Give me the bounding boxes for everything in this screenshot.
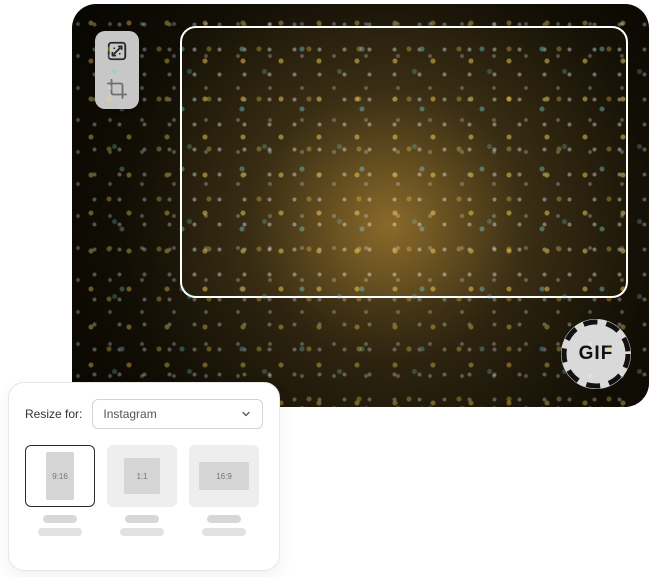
placeholder-line (207, 515, 241, 523)
aspect-ratio-label: 16:9 (216, 472, 232, 481)
placeholder-line (38, 528, 82, 536)
aspect-ratio-option[interactable]: 1:1 (107, 445, 177, 536)
aspect-ratio-frame: 16:9 (189, 445, 259, 507)
resize-for-label: Resize for: (25, 407, 82, 421)
editor-canvas: GIF (72, 4, 649, 407)
aspect-ratio-frame: 9:16 (25, 445, 95, 507)
aspect-ratio-label: 9:16 (52, 472, 68, 481)
crop-tool-button[interactable] (103, 75, 131, 103)
resize-row: Resize for: Instagram (25, 399, 263, 429)
platform-select-value: Instagram (103, 407, 156, 421)
placeholder-line (120, 528, 164, 536)
aspect-ratio-option[interactable]: 9:16 (25, 445, 95, 536)
resize-panel: Resize for: Instagram 9:16 1:1 16:9 (8, 382, 280, 571)
aspect-ratio-label: 1:1 (136, 472, 147, 481)
placeholder-lines (202, 515, 246, 536)
gif-badge: GIF (561, 319, 631, 389)
aspect-ratio-option[interactable]: 16:9 (189, 445, 259, 536)
placeholder-line (125, 515, 159, 523)
placeholder-line (43, 515, 77, 523)
placeholder-line (202, 528, 246, 536)
chevron-down-icon (240, 408, 252, 420)
resize-icon (106, 40, 128, 62)
aspect-ratio-list: 9:16 1:1 16:9 (25, 445, 263, 536)
editor-toolbar (95, 31, 139, 109)
aspect-ratio-shape: 16:9 (199, 462, 249, 490)
resize-tool-button[interactable] (103, 37, 131, 65)
crop-icon (106, 78, 128, 100)
aspect-ratio-shape: 9:16 (46, 452, 74, 500)
placeholder-lines (38, 515, 82, 536)
crop-frame[interactable] (180, 26, 628, 298)
aspect-ratio-shape: 1:1 (124, 458, 160, 494)
dashed-ring-icon (561, 319, 631, 389)
aspect-ratio-frame: 1:1 (107, 445, 177, 507)
placeholder-lines (120, 515, 164, 536)
platform-select[interactable]: Instagram (92, 399, 263, 429)
